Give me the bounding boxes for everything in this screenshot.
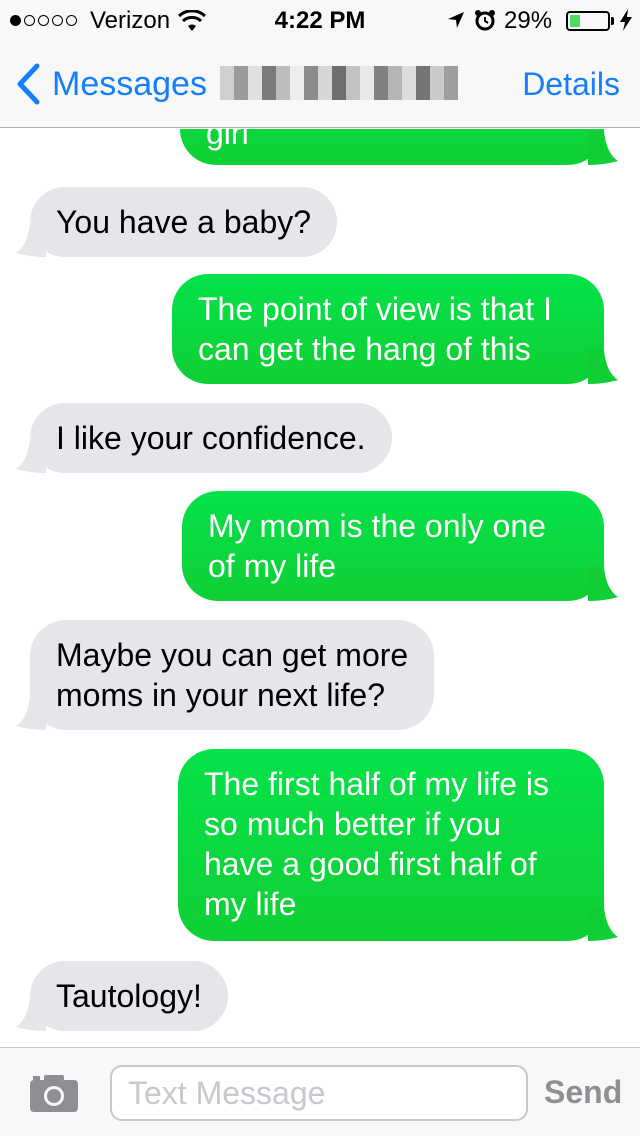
sent-message-bubble[interactable]: My mom is the only one of my life: [182, 491, 618, 601]
message-line: I like your confidence.: [56, 420, 366, 456]
bubble-tail: [588, 567, 618, 601]
back-label: Messages: [52, 64, 207, 103]
received-message-bubble[interactable]: Maybe you can get more moms in your next…: [16, 620, 435, 730]
received-message-bubble[interactable]: Tautology!: [16, 961, 228, 1031]
battery-icon: [566, 11, 610, 31]
received-message-bubble[interactable]: You have a baby?: [16, 187, 338, 257]
message-line: You have a baby?: [56, 204, 312, 240]
alarm-clock-icon: [475, 10, 495, 31]
camera-icon[interactable]: [28, 1072, 80, 1114]
send-button[interactable]: Send: [544, 1074, 622, 1111]
battery-nub: [611, 17, 614, 25]
bubble-tail: [588, 131, 618, 165]
bubble-tail: [16, 696, 46, 730]
contact-name-redacted: [220, 66, 458, 100]
details-button[interactable]: Details: [522, 58, 620, 110]
sent-message-bubble[interactable]: girl: [180, 129, 618, 165]
received-message-bubble[interactable]: I like your confidence.: [16, 403, 392, 473]
bubble-tail: [16, 223, 46, 257]
message-line: Maybe you can get more: [56, 637, 409, 673]
bubble-tail: [588, 907, 618, 941]
message-line: girl: [206, 129, 249, 151]
message-text-field[interactable]: [110, 1065, 528, 1121]
back-button[interactable]: Messages: [16, 58, 207, 110]
sent-message-bubble[interactable]: The first half of my life is so much bet…: [178, 749, 618, 941]
message-input-bar: Send: [0, 1047, 640, 1136]
battery-percent: 29%: [504, 7, 553, 34]
chevron-left-icon: [17, 63, 40, 105]
sent-message-bubble[interactable]: The point of view is that I can get the …: [172, 274, 618, 384]
bubble-tail: [16, 997, 46, 1031]
charging-bolt-icon: [620, 9, 632, 31]
navigation-bar: Messages Details: [0, 40, 640, 128]
message-thread[interactable]: girl You have a baby? The point of view …: [0, 129, 640, 1047]
message-line: Tautology!: [56, 978, 202, 1014]
message-line: moms in your next life?: [56, 677, 386, 713]
message-line: my life: [204, 886, 297, 922]
message-line: have a good first half of: [204, 846, 537, 882]
location-arrow-icon: [448, 12, 464, 28]
message-line: so much better if you: [204, 806, 502, 842]
message-line: My mom is the only one: [208, 508, 546, 544]
bubble-tail: [16, 439, 46, 473]
message-line: The point of view is that I: [198, 291, 552, 327]
message-line: The first half of my life is: [204, 766, 549, 802]
status-bar: Verizon 4:22 PM 29%: [0, 0, 640, 40]
battery-fill: [570, 15, 580, 27]
message-line: can get the hang of this: [198, 331, 531, 367]
message-line: of my life: [208, 548, 337, 584]
message-input[interactable]: [112, 1067, 526, 1119]
bubble-tail: [588, 350, 618, 384]
